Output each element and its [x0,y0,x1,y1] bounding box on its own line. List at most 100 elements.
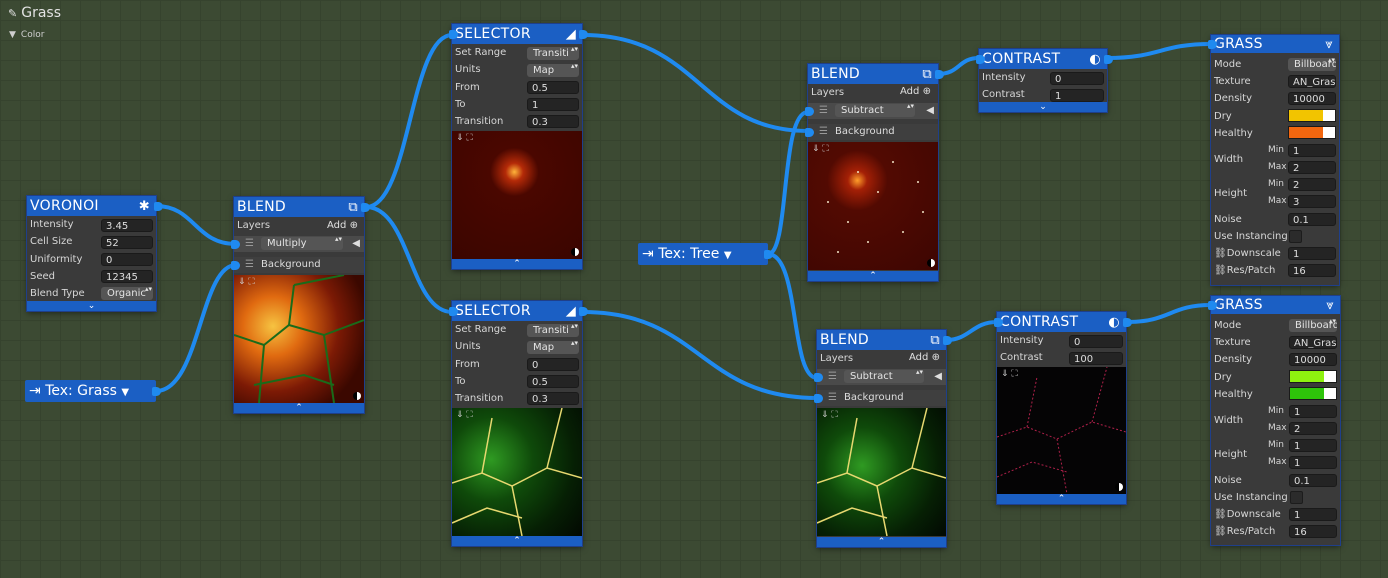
width-min-field[interactable]: 1 [1289,405,1337,418]
from-field[interactable]: 0 [527,358,579,371]
downscale-field[interactable]: 1 [1289,508,1337,521]
contrast-field[interactable]: 1 [1050,89,1104,102]
texture-field[interactable]: AN_Gras [1289,336,1337,349]
add-layer-button[interactable]: Add ⊕ [909,352,940,363]
drag-handle-icon[interactable]: ☰ [828,369,837,385]
downscale-field[interactable]: 1 [1288,247,1336,260]
blend-type-dropdown[interactable]: Organic [101,287,153,300]
layer-mode-dropdown[interactable]: Subtract [835,104,915,117]
use-instancing-checkbox[interactable] [1290,491,1303,504]
preview-tools-icons[interactable]: ⇓ ⛶ [238,277,255,287]
output-port[interactable] [361,203,370,212]
input-port[interactable] [449,307,458,316]
mode-dropdown[interactable]: Billboard [1289,319,1337,332]
contrast-toggle-icon[interactable] [353,392,361,400]
node-header[interactable]: CONTRAST ◐ [997,312,1126,332]
color-foldout[interactable]: ▼ Color [9,30,49,40]
density-field[interactable]: 10000 [1288,92,1336,105]
drag-handle-icon[interactable]: ☰ [245,236,254,252]
collapse-chevron-icon[interactable]: ⌃ [234,403,364,413]
mode-dropdown[interactable]: Billboard [1288,58,1336,71]
dry-color-swatch[interactable] [1288,109,1336,122]
texture-field[interactable]: AN_Gras [1288,75,1336,88]
height-max-field[interactable]: 1 [1289,456,1337,469]
contrast-toggle-icon[interactable] [927,259,935,267]
blend-node-2[interactable]: BLEND⧉ Layers Add ⊕ ☰ Subtract ◀ ☰ Backg… [805,64,944,281]
collapse-chevron-icon[interactable]: ⌃ [997,494,1126,504]
texture-input-tree[interactable]: ⇥ Tex: Tree ▼ [638,243,773,265]
preview-tools-icons[interactable]: ⇓ ⛶ [812,144,829,154]
drag-handle-icon[interactable]: ☰ [245,257,254,273]
to-field[interactable]: 0.5 [527,375,579,388]
node-header[interactable]: CONTRAST ◐ [979,49,1107,69]
drag-handle-icon[interactable]: ☰ [819,103,828,119]
input-port[interactable] [805,128,814,137]
add-layer-button[interactable]: Add ⊕ [327,220,358,231]
blend-node-1[interactable]: BLEND⧉ Layers Add ⊕ ☰ Multiply ◀ ☰ Backg… [231,197,370,413]
background-row[interactable]: ☰ Background [808,124,938,140]
layer-row[interactable]: ☰ Multiply ◀ [234,236,364,252]
width-max-field[interactable]: 2 [1289,422,1337,435]
contrast-field[interactable]: 100 [1069,352,1123,365]
seed-field[interactable]: 12345 [101,270,153,283]
height-min-field[interactable]: 1 [1289,439,1337,452]
use-instancing-checkbox[interactable] [1289,230,1302,243]
add-layer-button[interactable]: Add ⊕ [900,86,931,97]
input-port[interactable] [1208,40,1217,49]
output-port[interactable] [943,336,952,345]
collapse-arrow-icon[interactable]: ◀ [352,236,360,252]
collapse-chevron-icon[interactable]: ⌃ [808,271,938,281]
contrast-toggle-icon[interactable] [571,248,579,256]
width-max-field[interactable]: 2 [1288,161,1336,174]
background-row[interactable]: ☰ Background [817,390,946,406]
to-field[interactable]: 1 [527,98,579,111]
node-header[interactable]: BLEND ⧉ [808,64,938,84]
input-port[interactable] [805,107,814,116]
height-max-field[interactable]: 3 [1288,195,1336,208]
input-port[interactable] [231,240,240,249]
set-range-dropdown[interactable]: Transiti [527,47,579,60]
output-port[interactable] [1123,318,1132,327]
units-dropdown[interactable]: Map [527,341,579,354]
collapse-chevron-icon[interactable]: ⌄ [979,102,1107,112]
node-header[interactable]: SELECTOR ◢ [452,301,582,321]
collapse-chevron-icon[interactable]: ⌄ [27,301,156,311]
transition-field[interactable]: 0.3 [527,392,579,405]
selector-node-1[interactable]: SELECTOR ◢ Set Range Units From To Transi… [449,24,588,269]
collapse-chevron-icon[interactable]: ⌃ [817,537,946,547]
healthy-color-swatch[interactable] [1288,126,1336,139]
collapse-chevron-icon[interactable]: ⌃ [452,259,582,269]
collapse-arrow-icon[interactable]: ◀ [934,369,942,385]
collapse-chevron-icon[interactable]: ⌃ [452,536,582,546]
drag-handle-icon[interactable]: ☰ [828,390,837,406]
set-range-dropdown[interactable]: Transiti [527,324,579,337]
node-header[interactable]: BLEND ⧉ [817,330,946,350]
grass-node-1[interactable]: GRASS⩔ Mode Billboard Texture AN_Gras De… [1208,35,1339,285]
units-dropdown[interactable]: Map [527,64,579,77]
cell-size-field[interactable]: 52 [101,236,153,249]
density-field[interactable]: 10000 [1289,353,1337,366]
contrast-node-2[interactable]: CONTRAST ◐ Intensity Contrast 0 100 ⇓ ⛶ ⌃ [994,312,1132,504]
voronoi-node[interactable]: VORONOI ✱ Intensity Cell Size Uniformity … [27,196,163,311]
transition-field[interactable]: 0.3 [527,115,579,128]
output-port[interactable] [152,387,161,396]
input-port[interactable] [231,261,240,270]
from-field[interactable]: 0.5 [527,81,579,94]
node-header[interactable]: SELECTOR ◢ [452,24,582,44]
output-port[interactable] [579,307,588,316]
output-port[interactable] [1104,55,1113,64]
output-port[interactable] [579,30,588,39]
width-min-field[interactable]: 1 [1288,144,1336,157]
intensity-field[interactable]: 3.45 [101,219,153,232]
noise-field[interactable]: 0.1 [1289,474,1337,487]
contrast-node-1[interactable]: CONTRAST ◐ Intensity Contrast 0 1 ⌄ [976,49,1113,112]
input-port[interactable] [449,30,458,39]
noise-field[interactable]: 0.1 [1288,213,1336,226]
input-port[interactable] [814,373,823,382]
healthy-color-swatch[interactable] [1289,387,1337,400]
collapse-arrow-icon[interactable]: ◀ [926,103,934,119]
node-header[interactable]: GRASS ⩔ [1211,296,1340,314]
height-min-field[interactable]: 2 [1288,178,1336,191]
selector-node-2[interactable]: SELECTOR ◢ Set Range Units From To Transi… [449,301,588,546]
blend-node-3[interactable]: BLEND⧉ Layers Add ⊕ ☰ Subtract ◀ ☰ Backg… [814,330,952,547]
